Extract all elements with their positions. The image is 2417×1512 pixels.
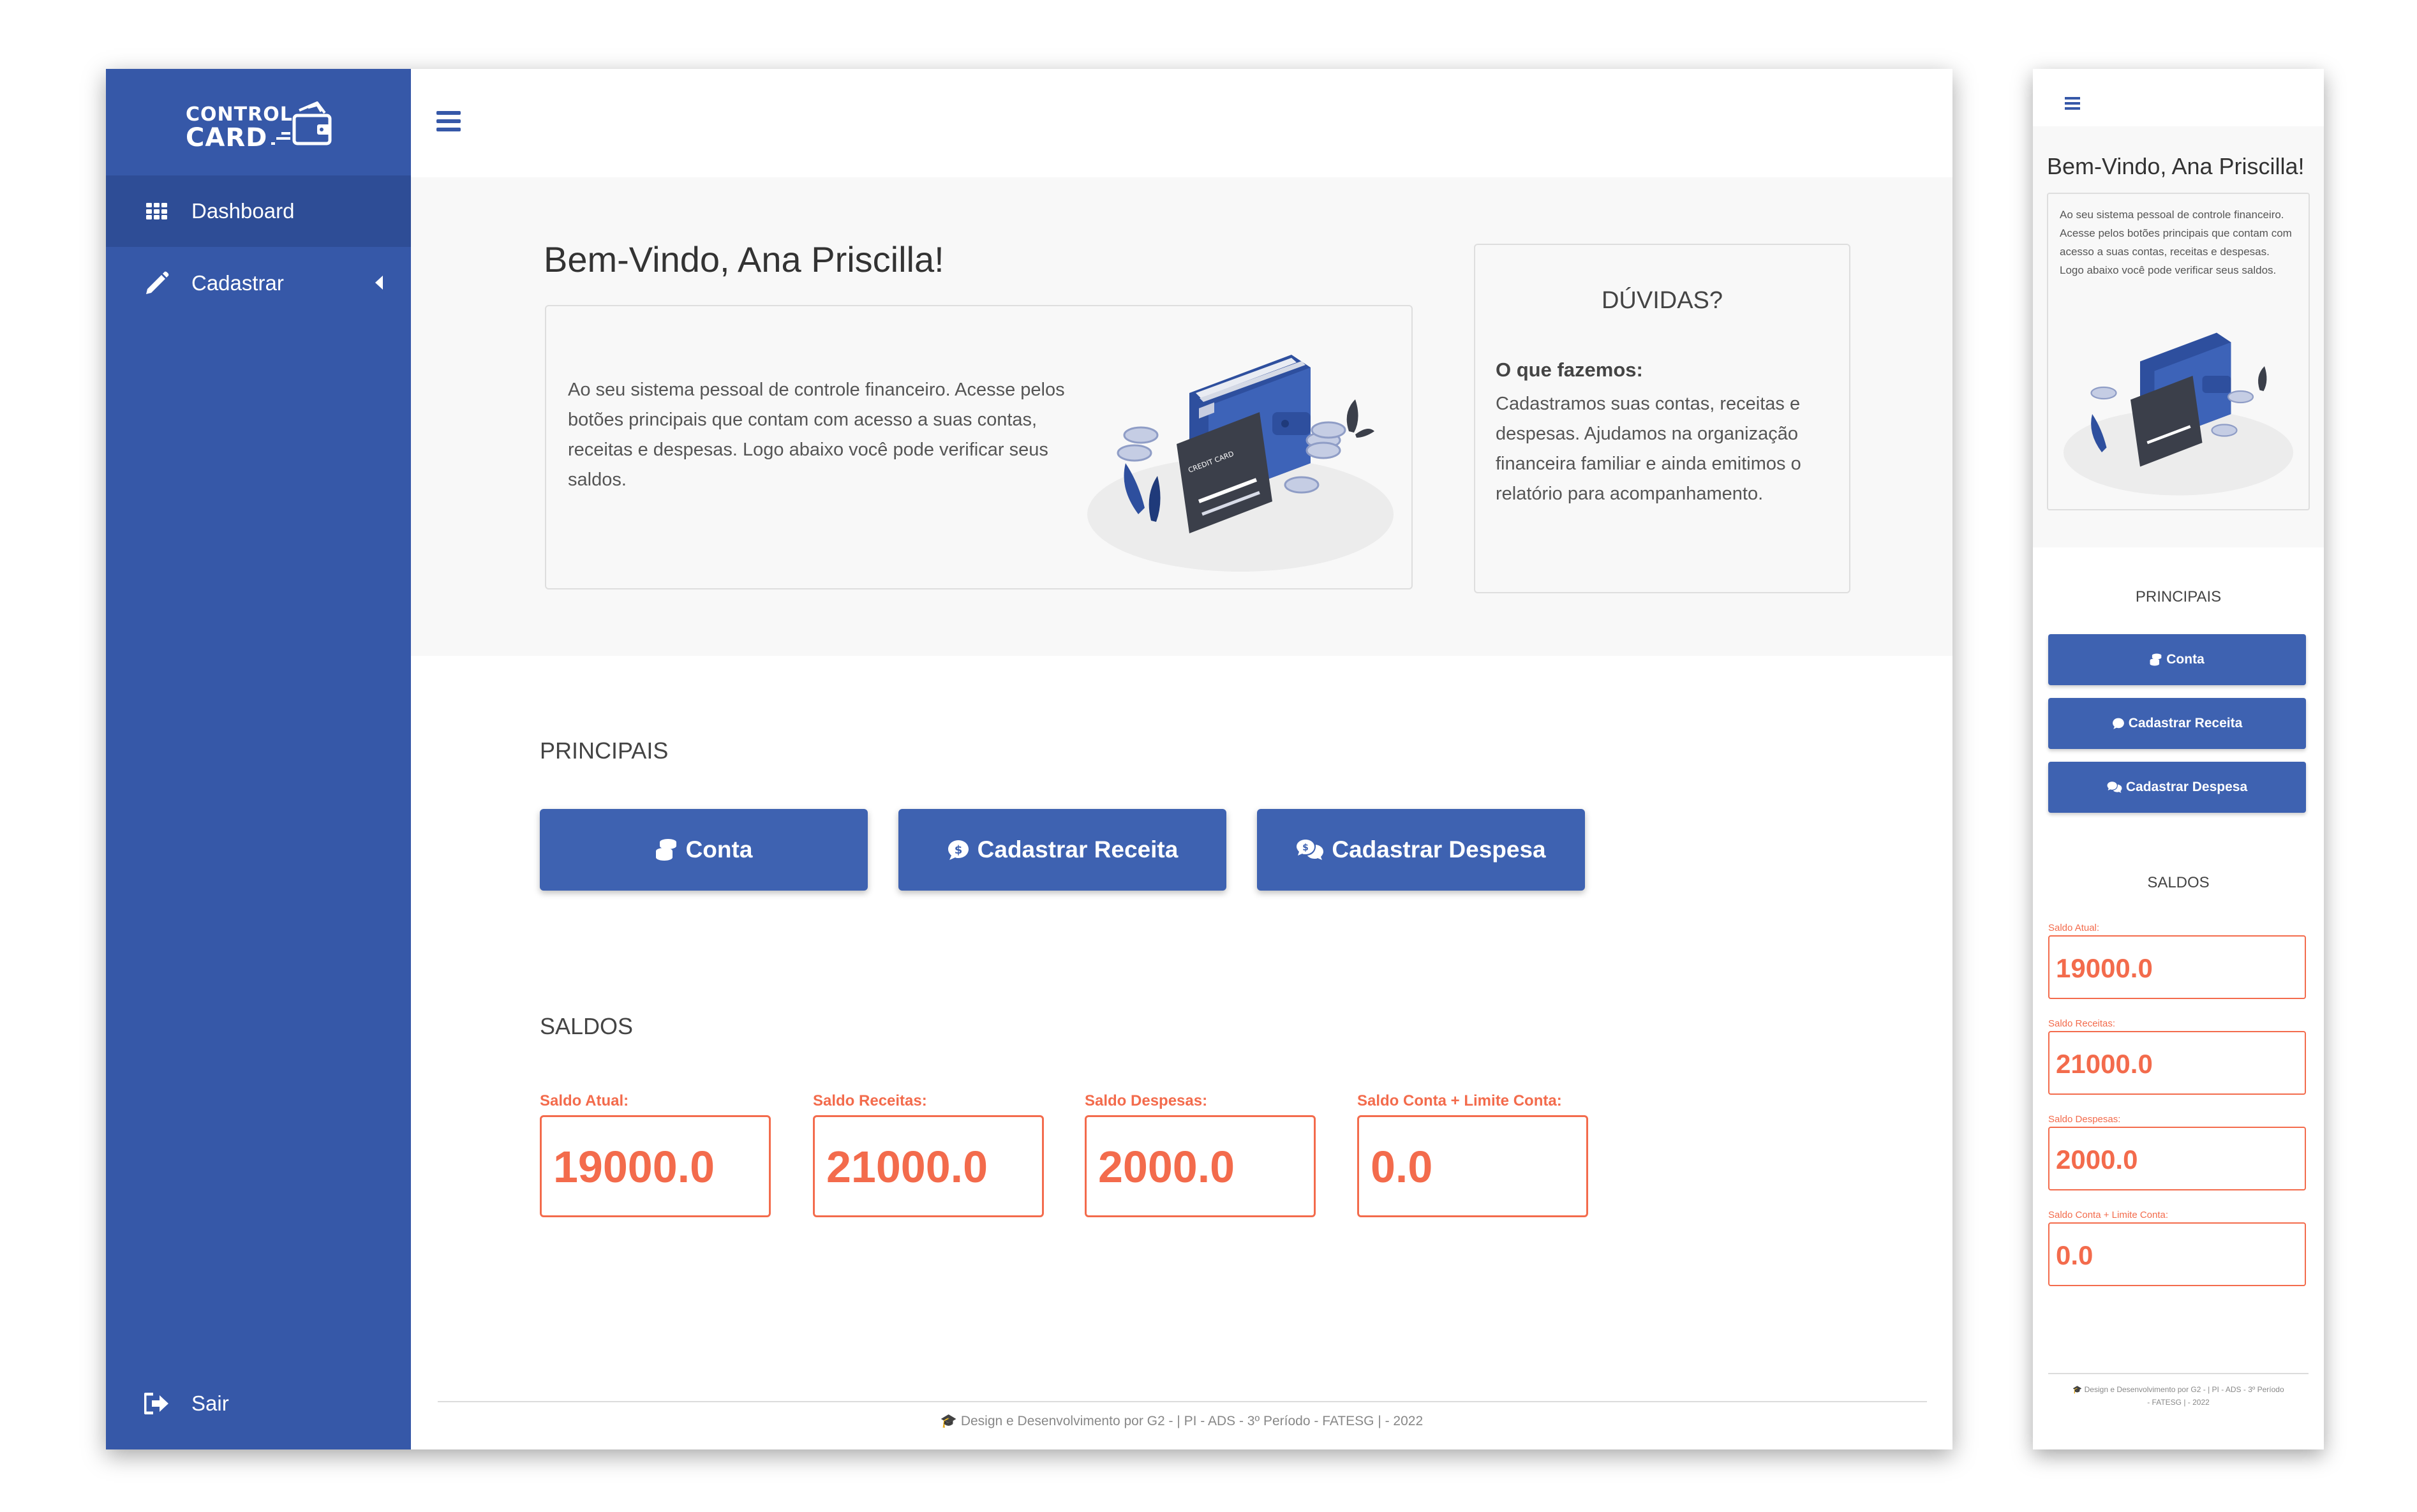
- saldo-conta-limite-label: Saldo Conta + Limite Conta:: [2048, 1210, 2169, 1220]
- principais-title: PRINCIPAIS: [540, 737, 669, 764]
- cadastrar-receita-label: Cadastrar Receita: [977, 836, 1179, 863]
- conta-button[interactable]: Conta: [2048, 634, 2306, 685]
- faq-text: Cadastramos suas contas, receitas e desp…: [1496, 394, 1801, 504]
- mobile-hero: Bem-Vindo, Ana Priscilla! Ao seu sistema…: [2033, 126, 2324, 547]
- saldo-conta-limite-label: Saldo Conta + Limite Conta:: [1357, 1092, 1562, 1109]
- sidebar: CONTROL CARD Dashboard Cadastrar Sair: [106, 69, 411, 1449]
- faq-title: DÚVIDAS?: [1601, 287, 1723, 314]
- pencil-icon: [143, 271, 171, 296]
- wallet-illustration: CREDIT CARD: [1087, 355, 1394, 572]
- faq-subtitle: O que fazemos:: [1496, 359, 1643, 381]
- intro-text: Ao seu sistema pessoal de controle finan…: [568, 380, 1065, 490]
- saldo-despesas-value: 2000.0: [2056, 1145, 2138, 1175]
- saldo-conta-limite-value: 0.0: [2056, 1240, 2093, 1270]
- dollar-comment-icon: $: [947, 838, 970, 861]
- sidebar-item-label: Cadastrar: [191, 271, 284, 295]
- cadastrar-despesa-label: Cadastrar Despesa: [1332, 836, 1546, 863]
- caret-left-icon: [375, 276, 383, 290]
- svg-text:$: $: [954, 843, 962, 857]
- cadastrar-despesa-button[interactable]: $ Cadastrar Despesa: [1257, 809, 1585, 891]
- hamburger-menu-icon[interactable]: [436, 111, 461, 131]
- conta-button-label: Conta: [2166, 652, 2205, 667]
- intro-card: Ao seu sistema pessoal de controle finan…: [2047, 193, 2310, 510]
- saldo-atual-value: 19000.0: [553, 1142, 715, 1192]
- saldo-receitas-box: 21000.0: [2048, 1031, 2306, 1095]
- intro-card: Ao seu sistema pessoal de controle finan…: [545, 305, 1413, 589]
- sidebar-item-dashboard[interactable]: Dashboard: [106, 175, 411, 247]
- saldo-despesas-label: Saldo Despesas:: [1085, 1092, 1208, 1109]
- hero-section: Bem-Vindo, Ana Priscilla! Ao seu sistema…: [411, 177, 1952, 656]
- saldo-receitas-label: Saldo Receitas:: [813, 1092, 927, 1109]
- saldo-atual-value: 19000.0: [2056, 953, 2153, 983]
- saldo-despesas-label: Saldo Despesas:: [2048, 1114, 2121, 1125]
- cadastrar-despesa-button[interactable]: Cadastrar Despesa: [2048, 762, 2306, 813]
- saldo-despesas-box: 2000.0: [1085, 1115, 1316, 1217]
- mobile-view: Bem-Vindo, Ana Priscilla! Ao seu sistema…: [2033, 69, 2324, 1449]
- faq-card: DÚVIDAS? O que fazemos: Cadastramos suas…: [1474, 244, 1850, 593]
- saldos-title: SALDOS: [2147, 874, 2210, 891]
- wallet-illustration: [2064, 332, 2293, 496]
- saldos-title: SALDOS: [540, 1013, 634, 1039]
- dollar-comment-icon: [2112, 717, 2125, 730]
- saldo-conta-limite-box: 0.0: [2048, 1222, 2306, 1286]
- intro-text: Ao seu sistema pessoal de controle finan…: [2060, 209, 2292, 276]
- footer: 🎓 Design e Desenvolvimento por G2 - | PI…: [411, 1414, 1952, 1429]
- conta-button[interactable]: Conta: [540, 809, 868, 891]
- saldo-despesas-value: 2000.0: [1098, 1142, 1235, 1192]
- graduation-cap-icon: 🎓: [940, 1414, 961, 1428]
- logout-button[interactable]: Sair: [106, 1378, 411, 1429]
- hamburger-menu-icon[interactable]: [2065, 97, 2080, 110]
- sign-out-icon: [143, 1391, 171, 1416]
- comments-dollar-icon: $: [1296, 838, 1324, 861]
- logo[interactable]: CONTROL CARD: [186, 98, 332, 155]
- footer-text: Design e Desenvolvimento por G2 - | PI -…: [960, 1414, 1424, 1428]
- footer: 🎓 Design e Desenvolvimento por G2 - | PI…: [2071, 1383, 2286, 1409]
- wallet-logo-icon: [271, 101, 332, 145]
- saldo-atual-box: 19000.0: [2048, 935, 2306, 999]
- coins-icon: [655, 838, 678, 861]
- svg-text:$: $: [1303, 843, 1309, 853]
- saldo-atual-label: Saldo Atual:: [540, 1092, 629, 1109]
- graduation-cap-icon: 🎓: [2072, 1385, 2085, 1394]
- conta-button-label: Conta: [685, 836, 753, 863]
- saldo-despesas-box: 2000.0: [2048, 1127, 2306, 1190]
- topbar: [411, 69, 1952, 177]
- saldo-receitas-value: 21000.0: [2056, 1049, 2153, 1079]
- footer-divider: [438, 1401, 1927, 1402]
- saldo-atual-label: Saldo Atual:: [2048, 923, 2100, 933]
- sidebar-item-cadastrar[interactable]: Cadastrar: [106, 248, 411, 319]
- cadastrar-despesa-label: Cadastrar Despesa: [2125, 780, 2248, 794]
- cadastrar-receita-button[interactable]: $ Cadastrar Receita: [898, 809, 1226, 891]
- saldo-atual-box: 19000.0: [540, 1115, 771, 1217]
- saldo-receitas-value: 21000.0: [826, 1142, 988, 1192]
- saldo-receitas-box: 21000.0: [813, 1115, 1044, 1217]
- sidebar-item-label: Dashboard: [191, 199, 295, 223]
- desktop-view: CONTROL CARD Dashboard Cadastrar Sair Be…: [106, 69, 1952, 1449]
- cadastrar-receita-button[interactable]: Cadastrar Receita: [2048, 698, 2306, 749]
- principais-title: PRINCIPAIS: [2135, 588, 2222, 605]
- grid-icon: [143, 198, 171, 224]
- saldo-receitas-label: Saldo Receitas:: [2048, 1018, 2116, 1029]
- welcome-title: Bem-Vindo, Ana Priscilla!: [544, 239, 944, 279]
- footer-text: Design e Desenvolvimento por G2 - | PI -…: [2084, 1385, 2284, 1407]
- saldo-conta-limite-box: 0.0: [1357, 1115, 1588, 1217]
- logout-label: Sair: [191, 1391, 229, 1415]
- footer-divider: [2048, 1373, 2309, 1374]
- coins-icon: [2150, 653, 2162, 666]
- cadastrar-receita-label: Cadastrar Receita: [2128, 716, 2243, 730]
- saldo-conta-limite-value: 0.0: [1371, 1142, 1433, 1192]
- welcome-title: Bem-Vindo, Ana Priscilla!: [2047, 153, 2305, 179]
- comments-dollar-icon: [2107, 781, 2122, 794]
